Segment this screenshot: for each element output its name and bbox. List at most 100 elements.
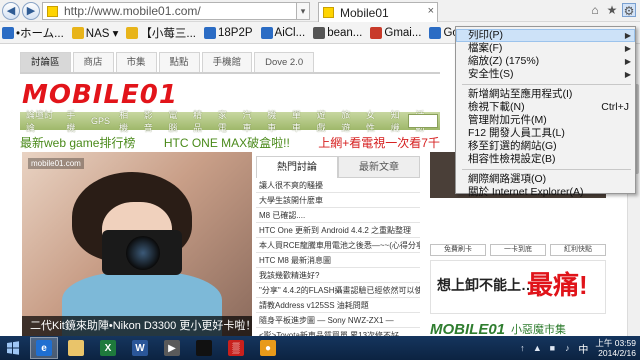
featured-photo[interactable]: mobile01.com 二代Kit鏡來助陣•Nikon D3300 更小更好卡…: [22, 152, 252, 336]
promo-ad-highlight: 最痛!: [527, 270, 588, 300]
taskbar-app-ie[interactable]: e: [30, 337, 58, 359]
main-nav-item[interactable]: GPS: [91, 116, 110, 126]
taskbar-app-explorer[interactable]: [62, 337, 90, 359]
sidebar-strip-button[interactable]: 免費刷卡: [430, 244, 486, 256]
favorite-label: 18P2P: [218, 26, 253, 39]
taskbar-app-excel[interactable]: X: [94, 337, 122, 359]
main-nav-item[interactable]: 家電: [218, 108, 234, 134]
tray-icon[interactable]: ↑: [516, 342, 528, 354]
menu-item[interactable]: 列印(P) ▶: [456, 29, 635, 42]
favorite-label: 【小莓三...: [140, 27, 196, 40]
news-item[interactable]: HTC M8 最新消息圖: [256, 253, 420, 268]
system-tray: ↑ ▲ ■ ♪ 中 上午 03:59 2014/2/16: [516, 336, 636, 360]
favorite-label: AiCl...: [274, 26, 306, 39]
menu-item[interactable]: 移至釘選的網站(G): [456, 140, 635, 153]
main-nav-item[interactable]: 知識: [391, 108, 407, 134]
news-item[interactable]: 我該幾歡精進好?: [256, 268, 420, 283]
forward-button[interactable]: ▶: [22, 2, 40, 20]
site-tab[interactable]: 點點: [158, 52, 200, 72]
menu-item[interactable]: 安全性(S) ▶: [456, 68, 635, 81]
input-language-indicator[interactable]: 中: [578, 341, 588, 356]
main-nav-item[interactable]: 遊戲: [317, 108, 333, 134]
news-item[interactable]: 隨身平板進步圖 — Sony NWZ-ZX1 —: [256, 313, 420, 328]
site-logo[interactable]: MOBILE01: [22, 78, 178, 112]
home-icon[interactable]: ⌂: [588, 3, 602, 17]
main-nav-item[interactable]: 相機: [119, 108, 135, 134]
news-item[interactable]: "分享" 4.4.2的FLASH攝畫認驗已經依然可以使用 ((...: [256, 283, 420, 298]
favorite-site-icon: [71, 26, 84, 39]
main-nav-item[interactable]: 論壇討論: [26, 108, 57, 134]
site-tab[interactable]: Dove 2.0: [254, 52, 315, 72]
main-nav-item[interactable]: 精品: [193, 108, 209, 134]
news-item[interactable]: 讓人很不爽的騷擾: [256, 178, 420, 193]
market-logo[interactable]: MOBILE01 小惡魔市集: [430, 318, 606, 337]
headline-link[interactable]: 最新web game排行榜: [20, 134, 135, 152]
news-item[interactable]: 請教Address v125SS 油耗問題: [256, 298, 420, 313]
site-tab[interactable]: 商店: [72, 52, 114, 72]
news-item[interactable]: 大學生該開什麼車: [256, 193, 420, 208]
menu-item[interactable]: 新增網站至應用程式(I): [456, 88, 635, 101]
site-top-tabs: 討論區 商店 市集 點點 手機館 Dove 2.0: [20, 52, 316, 72]
main-nav-item[interactable]: 機車: [267, 108, 283, 134]
main-nav-item[interactable]: 汽車: [243, 108, 259, 134]
favorite-link[interactable]: 18P2P: [204, 26, 253, 39]
site-tab[interactable]: 手機館: [201, 52, 253, 72]
taskbar-app-media[interactable]: ▶: [158, 337, 186, 359]
taskbar-app-app-orange[interactable]: ●: [254, 337, 282, 359]
taskbar-app-terminal[interactable]: [190, 337, 218, 359]
favorite-link[interactable]: 【小莓三...: [126, 25, 196, 41]
main-nav-item[interactable]: 手機: [66, 108, 82, 134]
tray-icon[interactable]: ▲: [531, 342, 543, 354]
sidebar-promo-ad[interactable]: 想上卸不能上… 最痛!: [430, 260, 606, 314]
favorite-link[interactable]: Gmai...: [370, 26, 421, 39]
favorite-site-icon: [260, 26, 273, 39]
nav-search-box[interactable]: [408, 114, 438, 128]
main-nav-item[interactable]: 影音: [144, 108, 160, 134]
menu-item[interactable]: 檔案(F) ▶: [456, 42, 635, 55]
favorite-label: •ホーム...: [16, 27, 64, 40]
url-dropdown-button[interactable]: ▾: [296, 2, 310, 20]
taskbar-app-app-red[interactable]: ▒: [222, 337, 250, 359]
main-nav-item[interactable]: 電腦: [168, 108, 184, 134]
menu-item[interactable]: 相容性檢視設定(B): [456, 153, 635, 166]
taskbar-app-word[interactable]: W: [126, 337, 154, 359]
menu-item[interactable]: 網際網路選項(O): [456, 173, 635, 186]
tools-gear-icon[interactable]: ⚙: [622, 3, 636, 18]
url-input[interactable]: http://www.mobile01.com/: [42, 2, 302, 20]
tab-mobile01[interactable]: Mobile01 ×: [318, 2, 438, 22]
favorites-icon[interactable]: ★: [605, 3, 619, 17]
url-actions: ▾: [296, 2, 310, 20]
menu-item[interactable]: 檢視下載(N) Ctrl+J: [456, 101, 635, 114]
sidebar-strip-button[interactable]: 一卡到底: [490, 244, 546, 256]
sidebar-strip-button[interactable]: 紅利快點: [550, 244, 606, 256]
tray-icon[interactable]: ♪: [561, 342, 573, 354]
start-button[interactable]: [2, 337, 24, 359]
site-tab[interactable]: 市集: [115, 52, 157, 72]
back-button[interactable]: ◀: [2, 2, 20, 20]
news-tab[interactable]: 最新文章: [338, 156, 420, 178]
news-tab[interactable]: 熱門討論: [256, 156, 338, 178]
main-nav-item[interactable]: 女性: [366, 108, 382, 134]
news-item[interactable]: HTC One 更新到 Android 4.4.2 之重點整理: [256, 223, 420, 238]
favorite-link[interactable]: NAS ▾: [71, 26, 118, 40]
news-item[interactable]: 本人買RCE龍騰車用電池之後悉—~~(心得分享文): [256, 238, 420, 253]
tray-icon[interactable]: ■: [546, 342, 558, 354]
headline-link[interactable]: 上網+看電視一次看7千: [318, 134, 440, 152]
close-tab-icon[interactable]: ×: [428, 5, 434, 17]
favorite-link[interactable]: bean...: [313, 26, 362, 39]
top-divider: [20, 72, 440, 74]
menu-item[interactable]: F12 開發人員工具(L): [456, 127, 635, 140]
menu-item[interactable]: 關於 Internet Explorer(A): [456, 186, 635, 199]
favorite-link[interactable]: AiCl...: [260, 26, 306, 39]
favorite-link[interactable]: •ホーム...: [2, 25, 64, 41]
menu-item[interactable]: 管理附加元件(M): [456, 114, 635, 127]
photo-caption[interactable]: 二代Kit鏡來助陣•Nikon D3300 更小更好卡啦！: [22, 316, 252, 336]
main-nav-item[interactable]: 旅遊: [341, 108, 357, 134]
news-item[interactable]: <影>Toyota新車品質買單,累13次修不好...: [256, 328, 420, 336]
news-item[interactable]: M8 已確認....: [256, 208, 420, 223]
menu-item[interactable]: 縮放(Z) (175%) ▶: [456, 55, 635, 68]
headline-link[interactable]: HTC ONE MAX破盒啦!!: [164, 134, 290, 152]
clock[interactable]: 上午 03:59 2014/2/16: [595, 338, 636, 358]
site-tab[interactable]: 討論區: [20, 52, 71, 72]
main-nav-item[interactable]: 單車: [292, 108, 308, 134]
